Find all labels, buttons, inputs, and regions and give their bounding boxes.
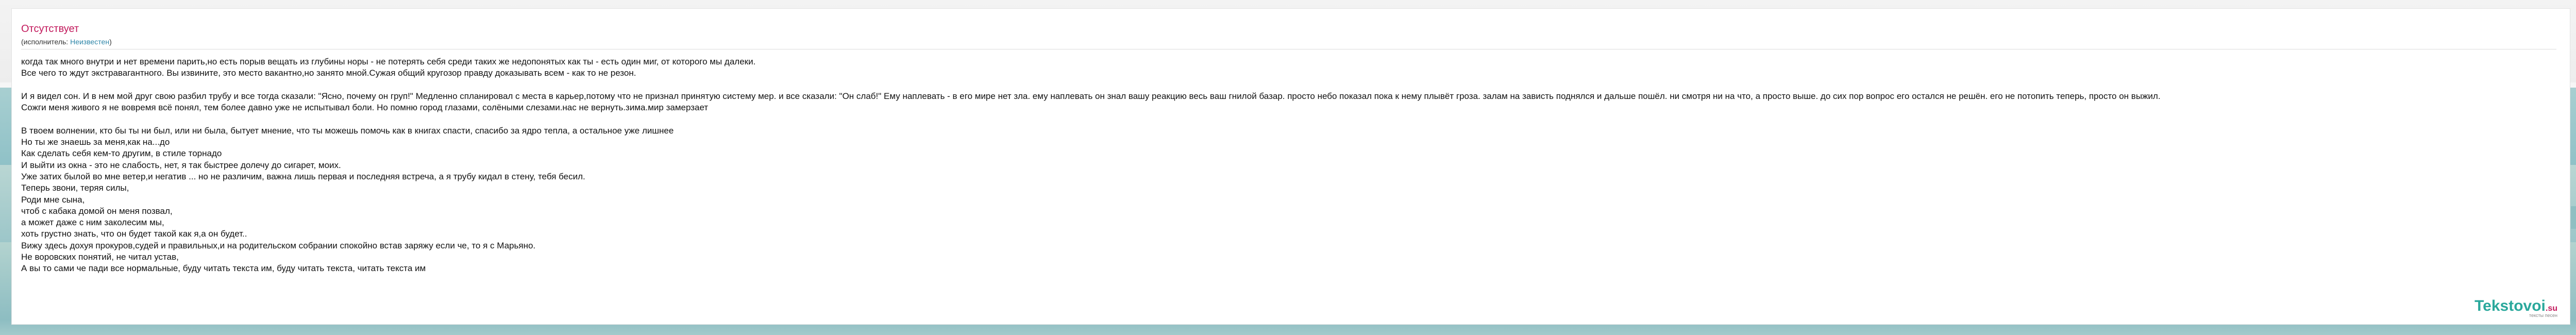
lyrics-line: А вы то сами че пади все нормальные, буд…: [21, 263, 426, 274]
lyrics-line: Уже затих былой во мне ветер,и негатив .…: [21, 171, 585, 181]
content-panel: Отсутствует (исполнитель: Неизвестен) ко…: [11, 8, 2570, 325]
side-scroll-tab[interactable]: [2571, 206, 2576, 229]
performer-suffix: ): [109, 38, 112, 46]
song-title: Отсутствует: [21, 23, 79, 35]
lyrics-line: В твоем волнении, кто бы ты ни был, или …: [21, 125, 674, 136]
lyrics-blank-line: [21, 79, 2567, 91]
lyrics-text: когда так много внутри и нет времени пар…: [21, 56, 2567, 275]
lyrics-line: Как сделать себя кем-то другим, в стиле …: [21, 148, 222, 159]
lyrics-line: Все чего то ждут экстравагантного. Вы из…: [21, 68, 636, 78]
lyrics-line: хоть грустно знать, что он будет такой к…: [21, 229, 247, 239]
logo-wordmark: Tekstovoi: [2474, 297, 2546, 314]
site-logo[interactable]: Tekstovoi.su тексты песен: [2474, 297, 2557, 318]
lyrics-line: Теперь звони, теряя силы,: [21, 183, 129, 193]
lyrics-line: Но ты же знаешь за меня,как на...до: [21, 137, 170, 147]
lyrics-line: чтоб с кабака домой он меня позвал,: [21, 206, 173, 216]
lyrics-line: когда так много внутри и нет времени пар…: [21, 57, 756, 66]
lyrics-line: Не воровских понятий, не читал устав,: [21, 252, 179, 262]
performer-link[interactable]: Неизвестен: [70, 38, 109, 46]
lyrics-line: Вижу здесь дохуя прокуров,судей и правил…: [21, 240, 536, 250]
lyrics-line: а может даже с ним заколесим мы,: [21, 217, 164, 228]
lyrics-line: И выйти из окна - это не слабость, нет, …: [21, 160, 341, 170]
performer-line: (исполнитель: Неизвестен): [21, 38, 112, 46]
lyrics-line: И я видел сон. И в нем мой друг свою раз…: [21, 91, 2161, 101]
performer-prefix: (исполнитель:: [21, 38, 71, 46]
lyrics-line: Сожги меня живого я не вовремя всё понял…: [21, 103, 709, 113]
lyrics-blank-line: [21, 113, 2567, 125]
logo-tld: .su: [2545, 304, 2557, 313]
lyrics-line: Роди мне сына,: [21, 194, 85, 205]
